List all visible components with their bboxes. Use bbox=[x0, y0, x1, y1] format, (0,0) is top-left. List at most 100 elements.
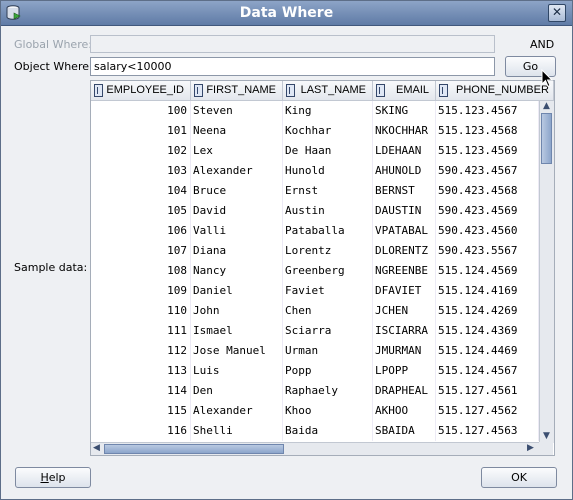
table-cell[interactable]: 107 bbox=[91, 241, 191, 261]
table-cell[interactable]: Ernst bbox=[283, 181, 373, 201]
table-cell[interactable]: Neena bbox=[191, 121, 283, 141]
table-cell[interactable]: Kochhar bbox=[283, 121, 373, 141]
table-cell[interactable]: 590.423.4568 bbox=[436, 181, 539, 201]
vertical-scroll-thumb[interactable] bbox=[541, 113, 552, 164]
table-cell[interactable]: Shelli bbox=[191, 421, 283, 441]
scroll-left-icon[interactable]: ◀ bbox=[93, 443, 100, 453]
column-header-phone-number[interactable]: PHONE_NUMBER bbox=[436, 81, 554, 101]
table-cell[interactable]: 116 bbox=[91, 421, 191, 441]
table-row[interactable]: 111 Ismael Sciarra ISCIARRA 515.124.4369 bbox=[91, 321, 539, 341]
table-cell[interactable]: ISCIARRA bbox=[373, 321, 436, 341]
table-row[interactable]: 104 Bruce Ernst BERNST 590.423.4568 bbox=[91, 181, 539, 201]
table-cell[interactable]: Luis bbox=[191, 361, 283, 381]
table-cell[interactable]: LDEHAAN bbox=[373, 141, 436, 161]
table-cell[interactable]: Faviet bbox=[283, 281, 373, 301]
table-cell[interactable]: 515.124.4269 bbox=[436, 301, 539, 321]
table-cell[interactable]: 101 bbox=[91, 121, 191, 141]
table-cell[interactable]: AHUNOLD bbox=[373, 161, 436, 181]
table-row[interactable]: 109 Daniel Faviet DFAVIET 515.124.4169 bbox=[91, 281, 539, 301]
table-row[interactable]: 105 David Austin DAUSTIN 590.423.4569 bbox=[91, 201, 539, 221]
table-cell[interactable]: 115 bbox=[91, 401, 191, 421]
ok-button[interactable]: OK bbox=[481, 467, 557, 488]
table-cell[interactable]: Lex bbox=[191, 141, 283, 161]
table-cell[interactable]: 515.124.4569 bbox=[436, 261, 539, 281]
table-row[interactable]: 112 Jose Manuel Urman JMURMAN 515.124.4469 bbox=[91, 341, 539, 361]
table-cell[interactable]: JMURMAN bbox=[373, 341, 436, 361]
table-cell[interactable]: King bbox=[283, 101, 373, 121]
table-row[interactable]: 101 Neena Kochhar NKOCHHAR 515.123.4568 bbox=[91, 121, 539, 141]
table-row[interactable]: 106 Valli Pataballa VPATABAL 590.423.4560 bbox=[91, 221, 539, 241]
table-cell[interactable]: Khoo bbox=[283, 401, 373, 421]
table-cell[interactable]: DFAVIET bbox=[373, 281, 436, 301]
vertical-scrollbar[interactable]: ▲ ▼ bbox=[539, 101, 554, 443]
table-cell[interactable]: Valli bbox=[191, 221, 283, 241]
table-cell[interactable]: Alexander bbox=[191, 401, 283, 421]
table-cell[interactable]: 111 bbox=[91, 321, 191, 341]
table-cell[interactable]: 590.423.5567 bbox=[436, 241, 539, 261]
table-cell[interactable]: BERNST bbox=[373, 181, 436, 201]
table-cell[interactable]: 100 bbox=[91, 101, 191, 121]
table-cell[interactable]: 106 bbox=[91, 221, 191, 241]
table-cell[interactable]: Diana bbox=[191, 241, 283, 261]
table-cell[interactable]: 515.127.4563 bbox=[436, 421, 539, 441]
table-cell[interactable]: SBAIDA bbox=[373, 421, 436, 441]
table-cell[interactable]: 590.423.4569 bbox=[436, 201, 539, 221]
table-row[interactable]: 113 Luis Popp LPOPP 515.124.4567 bbox=[91, 361, 539, 381]
table-cell[interactable]: Austin bbox=[283, 201, 373, 221]
table-cell[interactable]: LPOPP bbox=[373, 361, 436, 381]
table-cell[interactable]: JCHEN bbox=[373, 301, 436, 321]
table-row[interactable]: 102 Lex De Haan LDEHAAN 515.123.4569 bbox=[91, 141, 539, 161]
table-cell[interactable]: AKHOO bbox=[373, 401, 436, 421]
horizontal-scroll-thumb[interactable] bbox=[104, 444, 284, 454]
scroll-right-icon[interactable]: ▶ bbox=[527, 443, 534, 453]
table-cell[interactable]: 104 bbox=[91, 181, 191, 201]
table-cell[interactable]: Chen bbox=[283, 301, 373, 321]
table-cell[interactable]: John bbox=[191, 301, 283, 321]
table-row[interactable]: 107 Diana Lorentz DLORENTZ 590.423.5567 bbox=[91, 241, 539, 261]
table-cell[interactable]: David bbox=[191, 201, 283, 221]
table-cell[interactable]: Urman bbox=[283, 341, 373, 361]
table-cell[interactable]: Raphaely bbox=[283, 381, 373, 401]
column-header-email[interactable]: EMAIL bbox=[373, 81, 436, 101]
scroll-down-icon[interactable]: ▼ bbox=[543, 431, 550, 441]
table-cell[interactable]: Bruce bbox=[191, 181, 283, 201]
table-row[interactable]: 100 Steven King SKING 515.123.4567 bbox=[91, 101, 539, 121]
table-cell[interactable]: Hunold bbox=[283, 161, 373, 181]
table-cell[interactable]: SKING bbox=[373, 101, 436, 121]
horizontal-scrollbar[interactable]: ◀ ▶ bbox=[91, 442, 539, 455]
table-cell[interactable]: 103 bbox=[91, 161, 191, 181]
table-cell[interactable]: 515.123.4569 bbox=[436, 141, 539, 161]
title-bar[interactable]: Data Where ✕ bbox=[1, 1, 572, 26]
table-cell[interactable]: 515.123.4568 bbox=[436, 121, 539, 141]
table-row[interactable]: 108 Nancy Greenberg NGREENBE 515.124.4569 bbox=[91, 261, 539, 281]
sample-data-grid[interactable]: EMPLOYEE_ID FIRST_NAME LAST_NAME EMAIL P… bbox=[90, 80, 555, 456]
table-row[interactable]: 115 Alexander Khoo AKHOO 515.127.4562 bbox=[91, 401, 539, 421]
table-cell[interactable]: DAUSTIN bbox=[373, 201, 436, 221]
table-row[interactable]: 103 Alexander Hunold AHUNOLD 590.423.4567 bbox=[91, 161, 539, 181]
table-cell[interactable]: Greenberg bbox=[283, 261, 373, 281]
table-cell[interactable]: 113 bbox=[91, 361, 191, 381]
table-cell[interactable]: 590.423.4560 bbox=[436, 221, 539, 241]
table-cell[interactable]: 590.423.4567 bbox=[436, 161, 539, 181]
column-header-first-name[interactable]: FIRST_NAME bbox=[191, 81, 283, 101]
table-row[interactable]: 110 John Chen JCHEN 515.124.4269 bbox=[91, 301, 539, 321]
table-cell[interactable]: Lorentz bbox=[283, 241, 373, 261]
table-cell[interactable]: Jose Manuel bbox=[191, 341, 283, 361]
close-icon[interactable]: ✕ bbox=[548, 4, 566, 22]
object-where-input[interactable]: salary<10000 bbox=[90, 57, 495, 76]
table-cell[interactable]: 515.124.4469 bbox=[436, 341, 539, 361]
table-cell[interactable]: De Haan bbox=[283, 141, 373, 161]
table-cell[interactable]: VPATABAL bbox=[373, 221, 436, 241]
table-cell[interactable]: 110 bbox=[91, 301, 191, 321]
table-cell[interactable]: NGREENBE bbox=[373, 261, 436, 281]
table-cell[interactable]: Steven bbox=[191, 101, 283, 121]
table-cell[interactable]: 515.127.4561 bbox=[436, 381, 539, 401]
table-cell[interactable]: Alexander bbox=[191, 161, 283, 181]
table-cell[interactable]: Sciarra bbox=[283, 321, 373, 341]
table-cell[interactable]: DLORENTZ bbox=[373, 241, 436, 261]
table-cell[interactable]: 112 bbox=[91, 341, 191, 361]
table-cell[interactable]: Baida bbox=[283, 421, 373, 441]
table-cell[interactable]: 108 bbox=[91, 261, 191, 281]
table-cell[interactable]: Den bbox=[191, 381, 283, 401]
table-cell[interactable]: 102 bbox=[91, 141, 191, 161]
